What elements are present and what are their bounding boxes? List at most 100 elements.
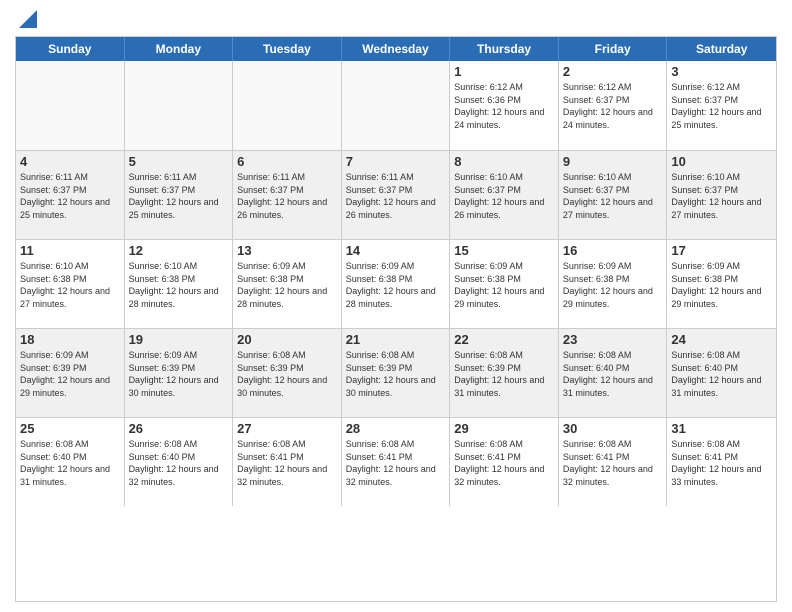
day-info: Sunrise: 6:11 AMSunset: 6:37 PMDaylight:… xyxy=(346,171,446,221)
day-info: Sunrise: 6:09 AMSunset: 6:38 PMDaylight:… xyxy=(671,260,772,310)
calendar-cell: 11 Sunrise: 6:10 AMSunset: 6:38 PMDayligh… xyxy=(16,240,125,328)
day-info: Sunrise: 6:12 AMSunset: 6:37 PMDaylight:… xyxy=(563,81,663,131)
day-info: Sunrise: 6:10 AMSunset: 6:37 PMDaylight:… xyxy=(563,171,663,221)
day-number: 12 xyxy=(129,243,229,258)
header-day-sunday: Sunday xyxy=(16,37,125,61)
day-number: 26 xyxy=(129,421,229,436)
day-number: 16 xyxy=(563,243,663,258)
calendar-cell: 3 Sunrise: 6:12 AMSunset: 6:37 PMDaylight… xyxy=(667,61,776,150)
day-info: Sunrise: 6:12 AMSunset: 6:37 PMDaylight:… xyxy=(671,81,772,131)
calendar-body: 1Sunrise: 6:12 AMSunset: 6:36 PMDaylight… xyxy=(16,61,776,506)
day-info: Sunrise: 6:08 AMSunset: 6:41 PMDaylight:… xyxy=(346,438,446,488)
calendar-week-4: 18 Sunrise: 6:09 AMSunset: 6:39 PMDayligh… xyxy=(16,328,776,417)
header-day-wednesday: Wednesday xyxy=(342,37,451,61)
day-info: Sunrise: 6:09 AMSunset: 6:39 PMDaylight:… xyxy=(20,349,120,399)
header xyxy=(15,10,777,28)
day-number: 13 xyxy=(237,243,337,258)
day-number: 11 xyxy=(20,243,120,258)
calendar-cell xyxy=(342,61,451,150)
calendar-cell xyxy=(233,61,342,150)
day-number: 15 xyxy=(454,243,554,258)
calendar-cell: 16 Sunrise: 6:09 AMSunset: 6:38 PMDayligh… xyxy=(559,240,668,328)
day-info: Sunrise: 6:08 AMSunset: 6:40 PMDaylight:… xyxy=(129,438,229,488)
day-number: 8 xyxy=(454,154,554,169)
calendar-cell: 18 Sunrise: 6:09 AMSunset: 6:39 PMDayligh… xyxy=(16,329,125,417)
calendar-cell: 2 Sunrise: 6:12 AMSunset: 6:37 PMDaylight… xyxy=(559,61,668,150)
day-info: Sunrise: 6:09 AMSunset: 6:38 PMDaylight:… xyxy=(237,260,337,310)
calendar-cell xyxy=(125,61,234,150)
day-info: Sunrise: 6:10 AMSunset: 6:38 PMDaylight:… xyxy=(20,260,120,310)
day-number: 6 xyxy=(237,154,337,169)
calendar: SundayMondayTuesdayWednesdayThursdayFrid… xyxy=(15,36,777,602)
calendar-cell: 9 Sunrise: 6:10 AMSunset: 6:37 PMDaylight… xyxy=(559,151,668,239)
day-info: Sunrise: 6:08 AMSunset: 6:41 PMDaylight:… xyxy=(237,438,337,488)
day-number: 10 xyxy=(671,154,772,169)
day-number: 7 xyxy=(346,154,446,169)
calendar-cell: 31 Sunrise: 6:08 AMSunset: 6:41 PMDayligh… xyxy=(667,418,776,506)
calendar-cell: 14Sunrise: 6:09 AMSunset: 6:38 PMDayligh… xyxy=(342,240,451,328)
day-number: 17 xyxy=(671,243,772,258)
day-number: 31 xyxy=(671,421,772,436)
calendar-cell: 24 Sunrise: 6:08 AMSunset: 6:40 PMDayligh… xyxy=(667,329,776,417)
page: SundayMondayTuesdayWednesdayThursdayFrid… xyxy=(0,0,792,612)
day-info: Sunrise: 6:09 AMSunset: 6:38 PMDaylight:… xyxy=(563,260,663,310)
calendar-cell: 28 Sunrise: 6:08 AMSunset: 6:41 PMDayligh… xyxy=(342,418,451,506)
day-info: Sunrise: 6:11 AMSunset: 6:37 PMDaylight:… xyxy=(20,171,120,221)
day-info: Sunrise: 6:10 AMSunset: 6:37 PMDaylight:… xyxy=(671,171,772,221)
calendar-cell: 19 Sunrise: 6:09 AMSunset: 6:39 PMDayligh… xyxy=(125,329,234,417)
day-info: Sunrise: 6:08 AMSunset: 6:41 PMDaylight:… xyxy=(454,438,554,488)
calendar-cell: 8Sunrise: 6:10 AMSunset: 6:37 PMDaylight… xyxy=(450,151,559,239)
day-number: 19 xyxy=(129,332,229,347)
calendar-cell: 30 Sunrise: 6:08 AMSunset: 6:41 PMDayligh… xyxy=(559,418,668,506)
calendar-week-2: 4Sunrise: 6:11 AMSunset: 6:37 PMDaylight… xyxy=(16,150,776,239)
day-number: 24 xyxy=(671,332,772,347)
day-info: Sunrise: 6:08 AMSunset: 6:39 PMDaylight:… xyxy=(346,349,446,399)
day-info: Sunrise: 6:11 AMSunset: 6:37 PMDaylight:… xyxy=(129,171,229,221)
day-number: 9 xyxy=(563,154,663,169)
day-number: 20 xyxy=(237,332,337,347)
calendar-week-5: 25 Sunrise: 6:08 AMSunset: 6:40 PMDayligh… xyxy=(16,417,776,506)
day-info: Sunrise: 6:08 AMSunset: 6:41 PMDaylight:… xyxy=(563,438,663,488)
calendar-cell: 15 Sunrise: 6:09 AMSunset: 6:38 PMDayligh… xyxy=(450,240,559,328)
day-info: Sunrise: 6:09 AMSunset: 6:38 PMDaylight:… xyxy=(454,260,554,310)
calendar-cell: 5 Sunrise: 6:11 AMSunset: 6:37 PMDaylight… xyxy=(125,151,234,239)
day-info: Sunrise: 6:08 AMSunset: 6:40 PMDaylight:… xyxy=(671,349,772,399)
calendar-cell: 26 Sunrise: 6:08 AMSunset: 6:40 PMDayligh… xyxy=(125,418,234,506)
logo xyxy=(15,10,37,28)
calendar-cell: 10 Sunrise: 6:10 AMSunset: 6:37 PMDayligh… xyxy=(667,151,776,239)
calendar-cell: 20Sunrise: 6:08 AMSunset: 6:39 PMDayligh… xyxy=(233,329,342,417)
calendar-cell: 27Sunrise: 6:08 AMSunset: 6:41 PMDayligh… xyxy=(233,418,342,506)
day-number: 25 xyxy=(20,421,120,436)
day-number: 18 xyxy=(20,332,120,347)
calendar-cell: 7 Sunrise: 6:11 AMSunset: 6:37 PMDaylight… xyxy=(342,151,451,239)
header-day-monday: Monday xyxy=(125,37,234,61)
day-number: 14 xyxy=(346,243,446,258)
calendar-cell: 1Sunrise: 6:12 AMSunset: 6:36 PMDaylight… xyxy=(450,61,559,150)
day-info: Sunrise: 6:10 AMSunset: 6:38 PMDaylight:… xyxy=(129,260,229,310)
calendar-week-1: 1Sunrise: 6:12 AMSunset: 6:36 PMDaylight… xyxy=(16,61,776,150)
calendar-cell: 25 Sunrise: 6:08 AMSunset: 6:40 PMDayligh… xyxy=(16,418,125,506)
day-info: Sunrise: 6:08 AMSunset: 6:40 PMDaylight:… xyxy=(563,349,663,399)
day-number: 30 xyxy=(563,421,663,436)
day-number: 21 xyxy=(346,332,446,347)
day-info: Sunrise: 6:11 AMSunset: 6:37 PMDaylight:… xyxy=(237,171,337,221)
day-info: Sunrise: 6:08 AMSunset: 6:40 PMDaylight:… xyxy=(20,438,120,488)
calendar-cell: 29Sunrise: 6:08 AMSunset: 6:41 PMDayligh… xyxy=(450,418,559,506)
calendar-cell xyxy=(16,61,125,150)
header-day-saturday: Saturday xyxy=(667,37,776,61)
day-number: 28 xyxy=(346,421,446,436)
calendar-cell: 17 Sunrise: 6:09 AMSunset: 6:38 PMDayligh… xyxy=(667,240,776,328)
calendar-cell: 21 Sunrise: 6:08 AMSunset: 6:39 PMDayligh… xyxy=(342,329,451,417)
day-info: Sunrise: 6:08 AMSunset: 6:41 PMDaylight:… xyxy=(671,438,772,488)
day-number: 3 xyxy=(671,64,772,79)
day-number: 1 xyxy=(454,64,554,79)
calendar-week-3: 11 Sunrise: 6:10 AMSunset: 6:38 PMDayligh… xyxy=(16,239,776,328)
day-number: 5 xyxy=(129,154,229,169)
day-number: 22 xyxy=(454,332,554,347)
calendar-cell: 6 Sunrise: 6:11 AMSunset: 6:37 PMDaylight… xyxy=(233,151,342,239)
calendar-cell: 12 Sunrise: 6:10 AMSunset: 6:38 PMDayligh… xyxy=(125,240,234,328)
day-number: 2 xyxy=(563,64,663,79)
header-day-thursday: Thursday xyxy=(450,37,559,61)
calendar-header: SundayMondayTuesdayWednesdayThursdayFrid… xyxy=(16,37,776,61)
day-info: Sunrise: 6:09 AMSunset: 6:39 PMDaylight:… xyxy=(129,349,229,399)
